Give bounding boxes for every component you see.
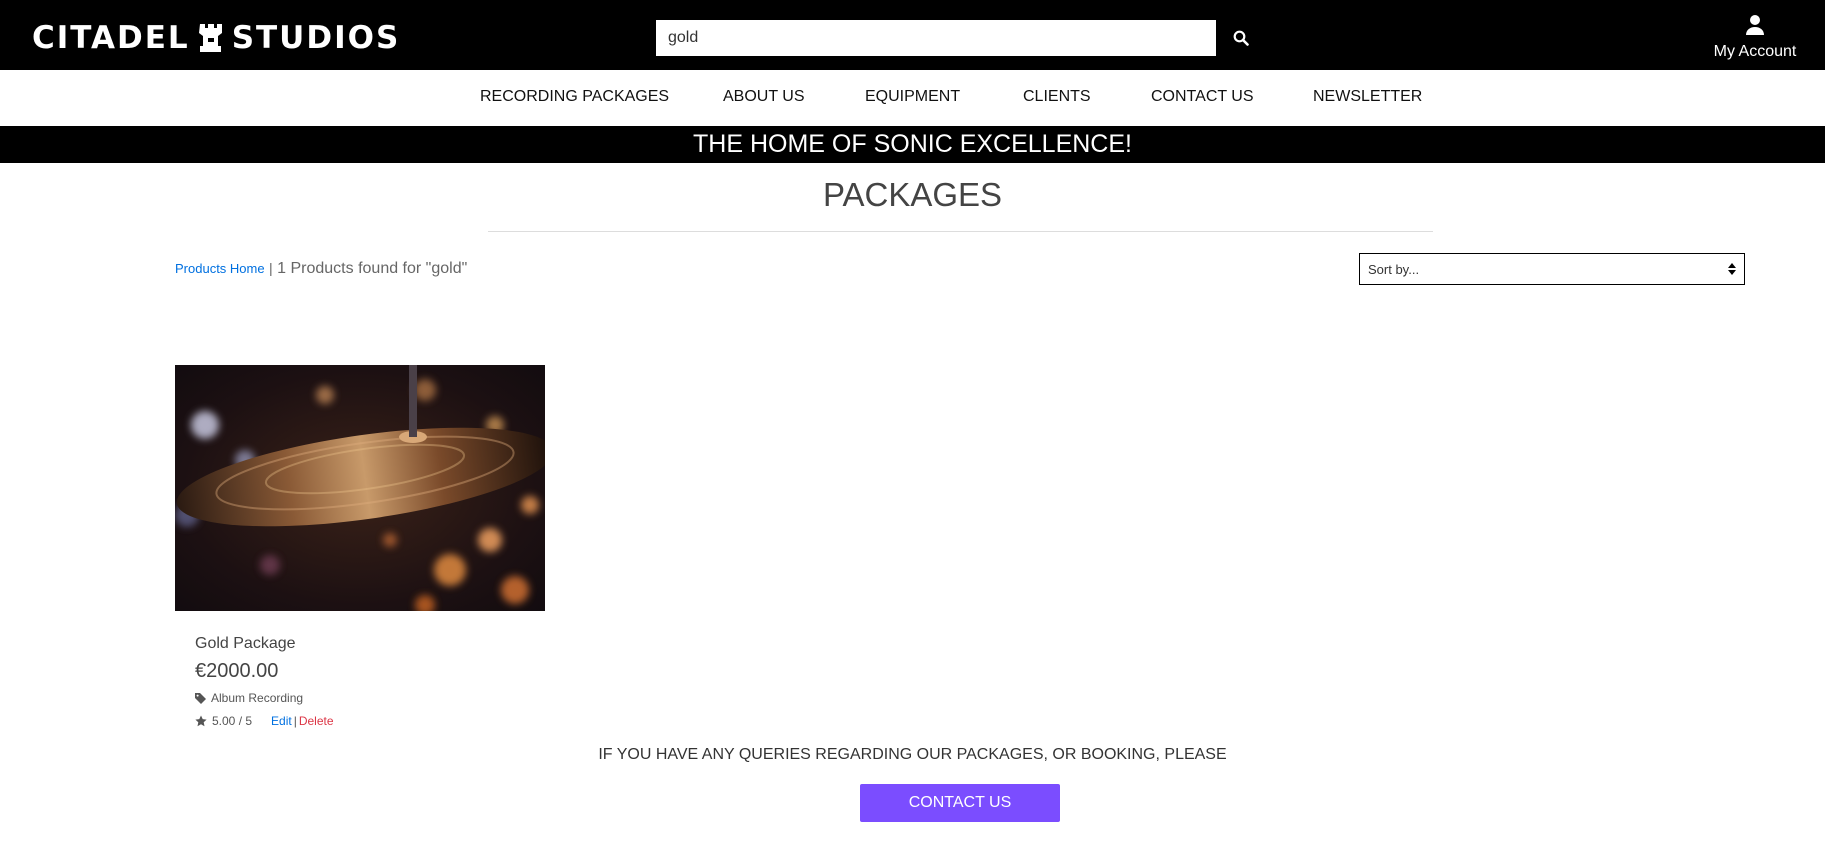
my-account-label: My Account bbox=[1713, 43, 1797, 60]
title-divider bbox=[488, 231, 1433, 232]
product-rating: 5.00 / 5 bbox=[212, 714, 253, 728]
edit-delete-separator: | bbox=[293, 714, 297, 728]
breadcrumb: Products Home | 1 Products found for "go… bbox=[175, 260, 467, 278]
site-logo[interactable]: CITADEL STUDIOS bbox=[32, 20, 400, 56]
star-icon bbox=[195, 715, 207, 727]
sort-select-value: Sort by... bbox=[1368, 261, 1420, 277]
my-account-link[interactable]: My Account bbox=[1705, 14, 1805, 61]
nav-contact-us[interactable]: CONTACT US bbox=[1151, 88, 1254, 106]
contact-us-button[interactable]: CONTACT US bbox=[860, 784, 1060, 822]
rook-icon bbox=[198, 24, 222, 52]
delete-link[interactable]: Delete bbox=[299, 714, 334, 728]
search-input[interactable] bbox=[656, 20, 1216, 56]
top-header: CITADEL STUDIOS My Account bbox=[0, 0, 1825, 70]
search-button[interactable] bbox=[1216, 20, 1266, 56]
select-arrows-icon bbox=[1728, 263, 1736, 275]
nav-clients[interactable]: CLIENTS bbox=[1023, 88, 1091, 106]
page-title: PACKAGES bbox=[822, 176, 1003, 213]
cymbal-photo bbox=[175, 365, 545, 611]
queries-text: IF YOU HAVE ANY QUERIES REGARDING OUR PA… bbox=[598, 746, 1227, 763]
product-image[interactable] bbox=[175, 365, 545, 611]
nav-about-us[interactable]: ABOUT US bbox=[723, 88, 805, 106]
breadcrumb-separator: | bbox=[269, 260, 273, 276]
logo-text-left: CITADEL bbox=[32, 20, 190, 56]
nav-equipment[interactable]: EQUIPMENT bbox=[865, 88, 960, 106]
tagline-banner: THE HOME OF SONIC EXCELLENCE! bbox=[0, 126, 1825, 163]
user-icon bbox=[1746, 15, 1764, 35]
products-home-link[interactable]: Products Home bbox=[175, 261, 265, 276]
edit-link[interactable]: Edit bbox=[271, 714, 292, 728]
nav-recording-packages[interactable]: RECORDING PACKAGES bbox=[480, 88, 669, 106]
sort-select[interactable]: Sort by... bbox=[1359, 253, 1745, 285]
product-category: Album Recording bbox=[211, 691, 304, 705]
product-category-link[interactable]: Album Recording bbox=[195, 691, 303, 705]
product-price: €2000.00 bbox=[195, 660, 279, 682]
tag-icon bbox=[195, 692, 206, 704]
results-count: 1 Products found for "gold" bbox=[277, 260, 468, 277]
logo-text-right: STUDIOS bbox=[231, 20, 401, 56]
product-name[interactable]: Gold Package bbox=[195, 635, 296, 653]
main-nav: RECORDING PACKAGES ABOUT US EQUIPMENT CL… bbox=[0, 70, 1825, 126]
product-meta: 5.00 / 5 Edit | Delete bbox=[195, 714, 334, 728]
nav-newsletter[interactable]: NEWSLETTER bbox=[1313, 88, 1422, 106]
search-icon bbox=[1233, 30, 1249, 46]
